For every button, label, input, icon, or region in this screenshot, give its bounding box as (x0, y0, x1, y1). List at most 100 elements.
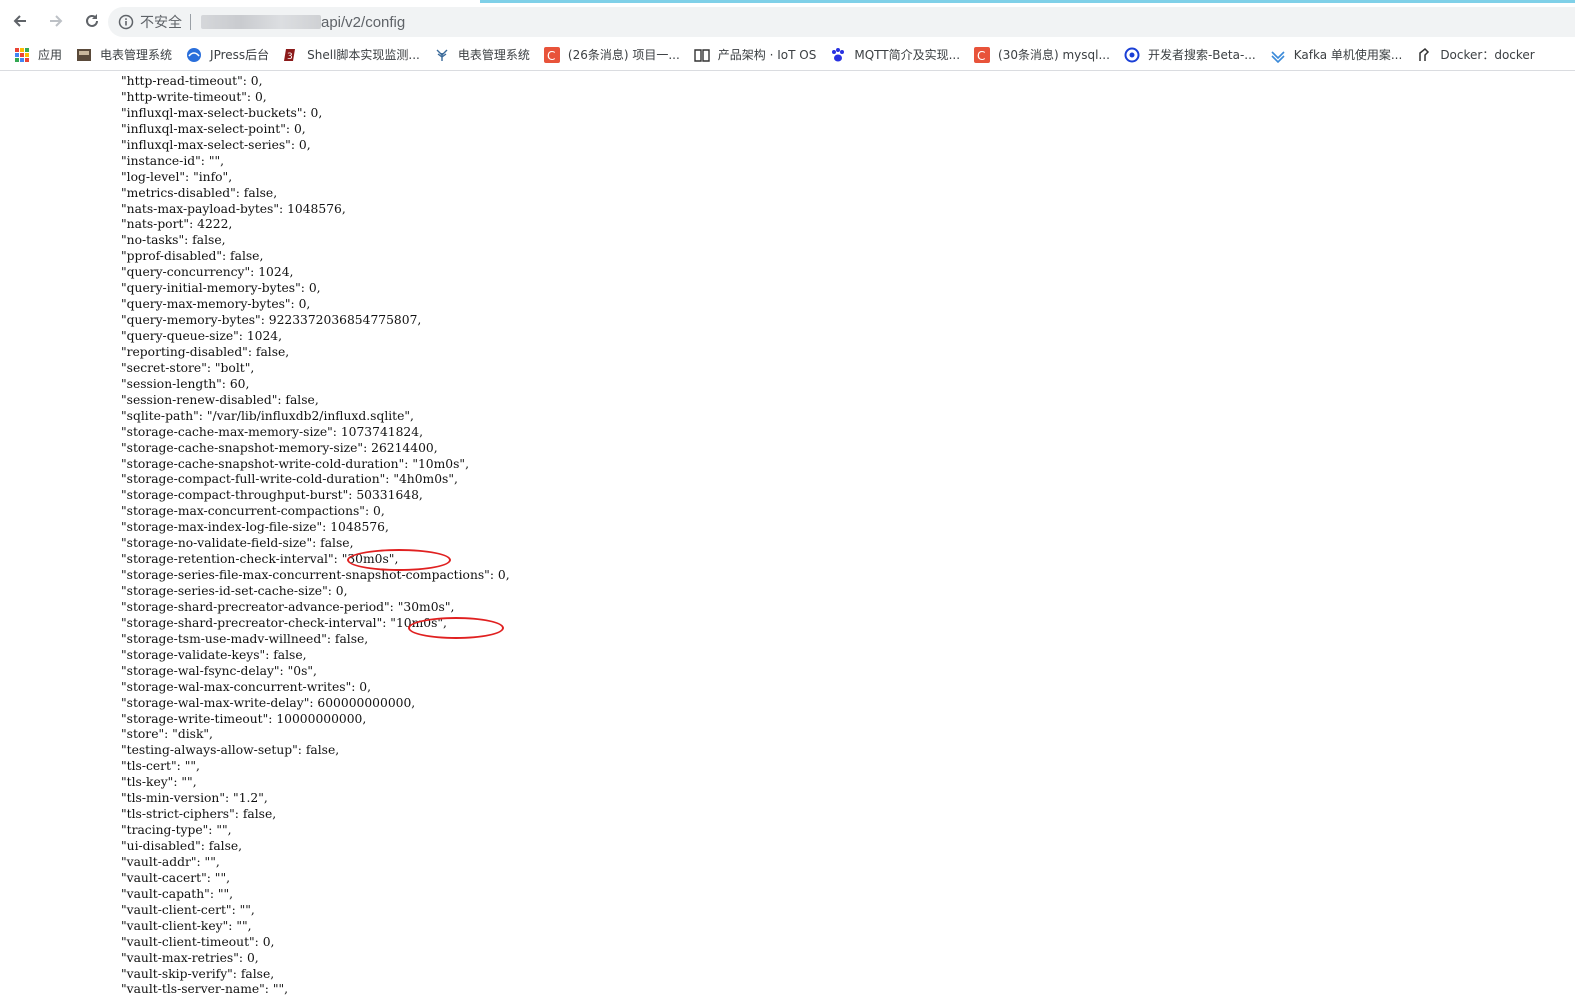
bookmark-label: Shell脚本实现监测... (307, 48, 420, 62)
bookmark-label: (26条消息) 项目一... (567, 48, 680, 62)
config-line: "storage-cache-snapshot-write-cold-durat… (121, 456, 469, 471)
bookmark-label: 产品架构 · IoT OS (717, 48, 817, 62)
svg-text:3: 3 (287, 52, 293, 62)
config-line: "storage-retention-check-interval": "30m… (121, 552, 399, 567)
config-line: "vault-skip-verify": false, (121, 966, 275, 981)
bookmark-label: (30条消息) mysql... (998, 48, 1110, 62)
config-line: "storage-max-concurrent-compactions": 0, (121, 504, 385, 519)
config-line: "http-write-timeout": 0, (121, 89, 267, 104)
arrow-right-icon (50, 15, 63, 27)
book-icon (694, 47, 710, 63)
config-line: "storage-validate-keys": false, (121, 647, 307, 662)
config-line: "secret-store": "bolt", (121, 360, 255, 375)
config-line: "query-max-memory-bytes": 0, (121, 297, 311, 312)
highlight-circle-precreator-interval (408, 617, 504, 639)
config-line: "storage-write-timeout": 10000000000, (121, 711, 367, 726)
config-line: "session-renew-disabled": false, (121, 392, 319, 407)
config-line: "tls-key": "", (121, 775, 197, 790)
url-path[interactable]: api/v2/config (321, 14, 405, 31)
config-line: "storage-series-id-set-cache-size": 0, (121, 584, 348, 598)
info-icon[interactable] (118, 14, 134, 30)
config-line: "ui-disabled": false, (121, 839, 243, 853)
bookmark-label: Kafka 单机使用案... (1293, 48, 1403, 62)
redacted-host (201, 15, 321, 29)
config-line: "storage-max-index-log-file-size": 10485… (121, 520, 389, 535)
back-button[interactable] (4, 5, 36, 37)
config-line: "storage-wal-max-concurrent-writes": 0, (121, 679, 372, 694)
config-line: "storage-no-validate-field-size": false, (121, 536, 354, 551)
shell-icon: 3 (283, 47, 299, 63)
highlight-circle-retention-interval (347, 549, 451, 571)
config-line: "influxql-max-select-point": 0, (121, 121, 306, 136)
bookmark-csdn-30[interactable]: C (30条消息) mysql... (974, 46, 1110, 63)
csdn-icon: C (974, 46, 991, 63)
config-line: "storage-cache-snapshot-memory-size": 26… (121, 440, 438, 455)
apps-grid-icon (14, 47, 30, 63)
bookmark-label: 电表管理系统 (100, 48, 173, 62)
config-line: "reporting-disabled": false, (121, 344, 290, 359)
plant-icon (434, 47, 450, 63)
config-line: "influxql-max-select-series": 0, (121, 137, 311, 152)
bookmark-shell[interactable]: 3 Shell脚本实现监测... (283, 46, 420, 63)
bookmark-iot-os[interactable]: 产品架构 · IoT OS (694, 46, 817, 63)
address-separator (190, 14, 191, 30)
config-line: "vault-client-timeout": 0, (121, 934, 275, 949)
jpress-icon (186, 47, 202, 63)
bookmark-jpress[interactable]: JPress后台 (186, 46, 269, 63)
bookmark-label: 开发者搜索-Beta-... (1147, 48, 1256, 62)
security-status-label[interactable]: 不安全 (140, 12, 182, 32)
config-line: "vault-max-retries": 0, (121, 950, 259, 965)
config-line: "query-memory-bytes": 922337203685477580… (121, 313, 422, 328)
config-line: "nats-max-payload-bytes": 1048576, (121, 201, 346, 216)
config-line: "http-read-timeout": 0, (121, 74, 263, 88)
config-line: "vault-addr": "", (121, 854, 220, 869)
config-line: "session-length": 60, (121, 376, 250, 391)
config-line: "tracing-type": "", (121, 823, 232, 838)
bookmark-meter-system[interactable]: 电表管理系统 (76, 46, 172, 63)
config-line: "log-level": "info", (121, 169, 233, 184)
address-bar[interactable]: 不安全 api/v2/config (108, 7, 1575, 37)
bookmark-label: 应用 (38, 48, 63, 62)
config-line: "metrics-disabled": false, (121, 185, 278, 200)
config-line: "testing-always-allow-setup": false, (121, 743, 340, 758)
config-line: "tls-strict-ciphers": false, (121, 807, 277, 822)
config-line: "store": "disk", (121, 727, 213, 742)
config-line: "query-initial-memory-bytes": 0, (121, 281, 321, 296)
bookmark-meter-system-2[interactable]: 电表管理系统 (434, 46, 530, 63)
config-line: "storage-shard-precreator-advance-period… (121, 599, 455, 614)
config-line: "storage-wal-fsync-delay": "0s", (121, 663, 317, 678)
browser-toolbar: 不安全 api/v2/config (0, 3, 1575, 39)
bookmark-dev-search[interactable]: 开发者搜索-Beta-... (1124, 46, 1256, 63)
config-line: "storage-series-file-max-concurrent-snap… (121, 568, 510, 583)
bookmark-docker[interactable]: Docker：docker (1416, 46, 1535, 63)
meter-icon (76, 47, 92, 63)
bookmarks-bar: 应用 电表管理系统 JPress后台 3 Shell脚本实现监测... 电表管理… (0, 39, 1575, 71)
docker-icon (1416, 47, 1432, 63)
reload-icon (86, 14, 98, 27)
forward-button[interactable] (40, 5, 72, 37)
config-line: "vault-client-cert": "", (121, 902, 255, 917)
config-line: "nats-port": 4222, (121, 217, 233, 232)
reload-button[interactable] (76, 5, 108, 37)
bookmark-label: Docker：docker (1440, 48, 1535, 62)
config-line: "vault-client-key": "", (121, 918, 252, 933)
config-line: "vault-tls-server-name": "", (121, 982, 289, 997)
config-line: "sqlite-path": "/var/lib/influxdb2/influ… (121, 408, 414, 423)
config-line: "query-concurrency": 1024, (121, 265, 294, 280)
bookmark-apps[interactable]: 应用 (14, 46, 62, 63)
config-line: "vault-capath": "", (121, 886, 234, 901)
config-line: "vault-cacert": "", (121, 870, 231, 885)
dev-search-icon (1124, 47, 1140, 63)
bookmark-csdn-26[interactable]: C (26条消息) 项目一... (543, 46, 680, 63)
bookmark-mqtt[interactable]: MQTT简介及实现... (830, 46, 960, 63)
bookmark-kafka[interactable]: Kafka 单机使用案... (1270, 46, 1403, 63)
config-json-body: "http-read-timeout": 0, "http-write-timeo… (121, 74, 510, 998)
baidu-paw-icon (830, 47, 846, 63)
config-line: "influxql-max-select-buckets": 0, (121, 105, 323, 120)
config-line: "tls-min-version": "1.2", (121, 791, 268, 806)
config-line: "storage-wal-max-write-delay": 600000000… (121, 695, 416, 710)
bookmark-label: 电表管理系统 (457, 48, 530, 62)
config-line: "pprof-disabled": false, (121, 249, 264, 264)
svg-text:C: C (977, 49, 985, 63)
config-line: "no-tasks": false, (121, 233, 226, 248)
